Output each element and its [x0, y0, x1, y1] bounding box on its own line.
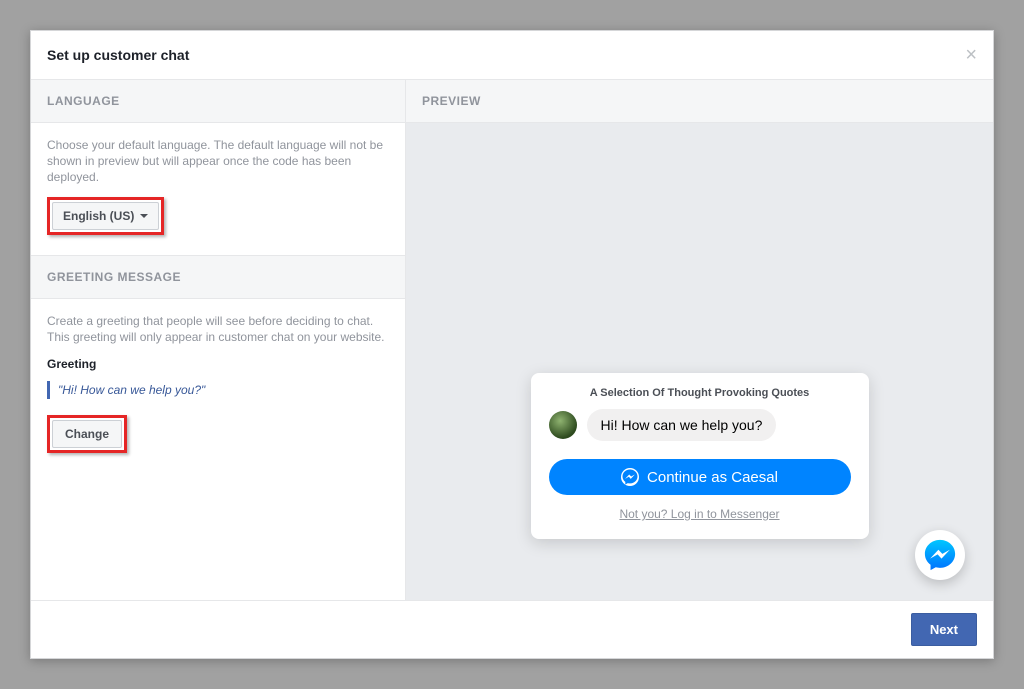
greeting-helper-text: Create a greeting that people will see b…: [47, 313, 389, 345]
chat-page-name: A Selection Of Thought Provoking Quotes: [549, 387, 851, 399]
chat-greeting-row: Hi! How can we help you?: [549, 409, 851, 441]
change-highlight: Change: [47, 415, 127, 453]
greeting-field-label: Greeting: [47, 357, 389, 371]
setup-customer-chat-modal: Set up customer chat × LANGUAGE Choose y…: [30, 30, 994, 659]
preview-area: A Selection Of Thought Provoking Quotes …: [406, 123, 993, 600]
continue-as-label: Continue as Caesal: [647, 469, 778, 486]
next-button[interactable]: Next: [911, 613, 977, 646]
settings-sidebar: LANGUAGE Choose your default language. T…: [31, 80, 406, 600]
messenger-fab[interactable]: [915, 530, 965, 580]
page-avatar: [549, 411, 577, 439]
chat-widget: A Selection Of Thought Provoking Quotes …: [531, 373, 869, 539]
messenger-icon: [621, 468, 639, 486]
language-highlight: English (US): [47, 197, 164, 235]
modal-footer: Next: [31, 600, 993, 658]
preview-section-header: PREVIEW: [406, 80, 993, 123]
change-button[interactable]: Change: [52, 420, 122, 448]
modal-title: Set up customer chat: [47, 47, 189, 63]
continue-as-button[interactable]: Continue as Caesal: [549, 459, 851, 495]
modal-header: Set up customer chat ×: [31, 31, 993, 80]
language-helper-text: Choose your default language. The defaul…: [47, 137, 389, 185]
chat-greeting-bubble: Hi! How can we help you?: [587, 409, 777, 441]
not-you-link[interactable]: Not you? Log in to Messenger: [549, 507, 851, 521]
messenger-icon: [923, 538, 957, 572]
language-section-header: LANGUAGE: [31, 80, 405, 123]
greeting-section: Create a greeting that people will see b…: [31, 299, 405, 473]
language-selected-value: English (US): [63, 209, 134, 223]
language-section: Choose your default language. The defaul…: [31, 123, 405, 256]
language-dropdown[interactable]: English (US): [52, 202, 159, 230]
greeting-value: "Hi! How can we help you?": [47, 381, 389, 399]
close-icon[interactable]: ×: [965, 45, 977, 65]
modal-body: LANGUAGE Choose your default language. T…: [31, 80, 993, 600]
chevron-down-icon: [140, 214, 148, 218]
preview-column: PREVIEW A Selection Of Thought Provoking…: [406, 80, 993, 600]
greeting-section-header: GREETING MESSAGE: [31, 256, 405, 299]
